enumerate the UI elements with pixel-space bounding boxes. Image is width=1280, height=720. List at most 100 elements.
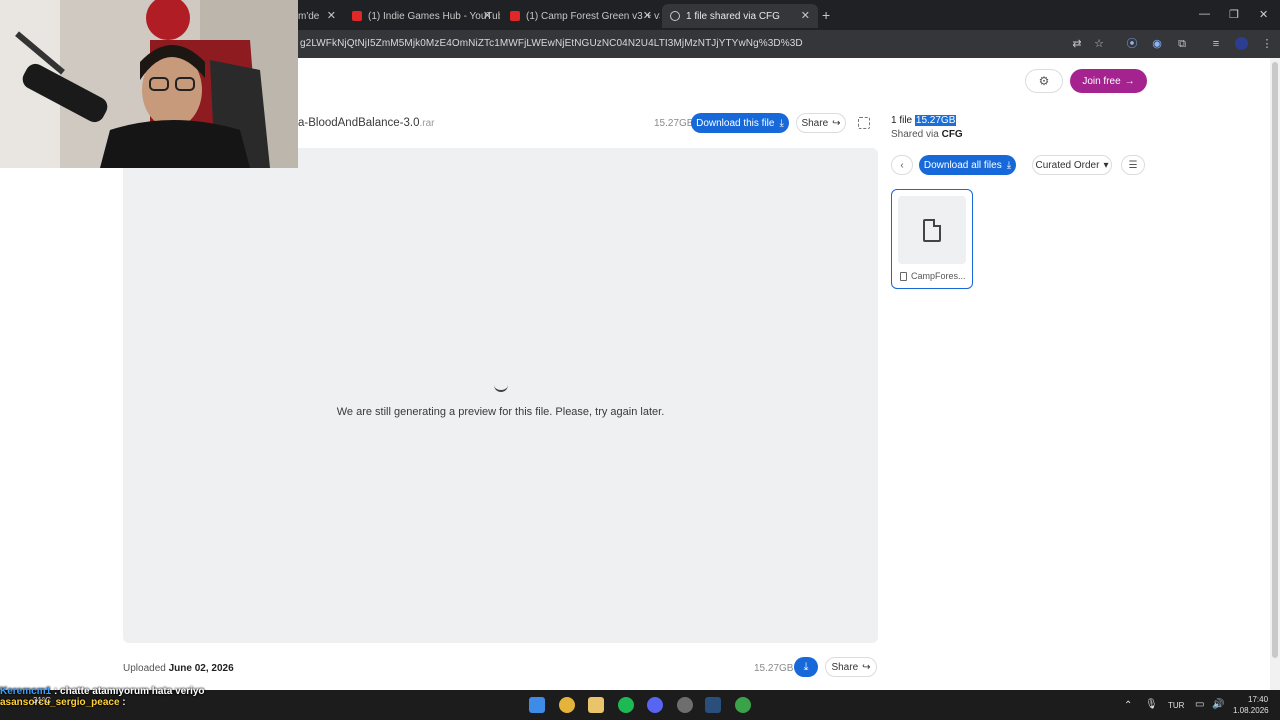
share-label: Share — [801, 117, 829, 129]
extensions-puzzle-icon[interactable]: ⧉ — [1176, 38, 1188, 50]
app-icon[interactable] — [735, 697, 751, 713]
download-all-label: Download all files — [923, 159, 1002, 171]
file-title: a-BloodAndBalance-3.0.rar — [298, 117, 434, 129]
microphone-icon[interactable]: 🎙 — [1145, 699, 1158, 710]
url-field[interactable]: g2LWFkNjQtNjI5ZmM5Mjk0MzE4OmNiZTc1MWFjLW… — [300, 38, 803, 49]
download-all-button[interactable]: Download all files ⤓ — [919, 155, 1016, 175]
shared-via-label: Shared via — [891, 129, 939, 140]
close-icon[interactable]: ✕ — [643, 9, 652, 22]
chat-message-1: : chatte atamıyorum hata veriyo — [53, 686, 205, 697]
tab-2[interactable]: (1) Indie Games Hub - YouTube ✕ — [344, 4, 500, 28]
file-count: 1 file — [891, 115, 913, 126]
shared-via-name: CFG — [941, 129, 963, 140]
file-preview-area — [123, 148, 878, 643]
restore-icon[interactable]: ❐ — [1229, 8, 1239, 21]
webcam-overlay — [0, 0, 298, 168]
uploaded-info: Uploaded June 02, 2026 — [123, 663, 234, 674]
sort-order-label: Curated Order — [1035, 159, 1100, 171]
minimize-icon[interactable]: — — [1199, 8, 1210, 20]
chevron-up-icon[interactable]: ⌃ — [1124, 700, 1132, 711]
speaker-icon[interactable]: 🔊 — [1212, 699, 1224, 710]
bottom-download-button[interactable]: ⤓ — [794, 657, 818, 677]
menu-kebab-icon[interactable]: ⋮ — [1261, 38, 1273, 50]
bookmark-star-icon[interactable]: ☆ — [1093, 38, 1105, 50]
close-icon[interactable]: ✕ — [483, 9, 492, 22]
download-file-label: Download this file — [696, 117, 775, 129]
file-card[interactable]: CampFores... — [891, 189, 973, 289]
files-summary: 1 file 15.27GB — [891, 115, 957, 126]
document-icon — [923, 218, 941, 242]
steam-icon[interactable] — [705, 697, 721, 713]
globe-icon — [670, 11, 680, 21]
file-explorer-icon[interactable] — [588, 697, 604, 713]
uploaded-date: June 02, 2026 — [168, 663, 234, 674]
close-icon[interactable]: ✕ — [327, 9, 336, 22]
file-extension: .rar — [419, 118, 435, 129]
bottom-file-size: 15.27GB — [754, 663, 794, 674]
chat-line-2: asansorcu_sergio_peace : — [0, 697, 205, 708]
tab-4-title: 1 file shared via CFG — [686, 10, 780, 22]
start-menu-icon[interactable] — [529, 697, 545, 713]
profile-avatar[interactable] — [1235, 37, 1248, 50]
list-view-button[interactable]: ☰ — [1121, 155, 1145, 175]
tab-4-active[interactable]: 1 file shared via CFG ✕ — [662, 4, 818, 28]
fullscreen-icon[interactable] — [858, 117, 870, 129]
file-size: 15.27GB — [654, 118, 694, 129]
download-icon: ⤓ — [803, 660, 809, 673]
tab-3[interactable]: (1) Camp Forest Green v3 + v3. ✕ — [502, 4, 660, 28]
shared-via-info: Shared via CFG — [891, 129, 963, 140]
webcam-feed-image — [0, 0, 298, 168]
tab-2-title: (1) Indie Games Hub - YouTube — [368, 10, 500, 22]
scrollbar-thumb[interactable] — [1272, 62, 1278, 658]
preview-message: We are still generating a preview for th… — [336, 406, 665, 418]
tab-1[interactable]: m'de ✕ — [290, 4, 344, 28]
share-button[interactable]: Share ↪ — [796, 113, 846, 133]
chrome-icon[interactable] — [559, 697, 575, 713]
extension-shield-icon[interactable]: ◉ — [1151, 38, 1163, 50]
list-icon: ☰ — [1128, 159, 1138, 171]
extension-audio-icon[interactable]: ⦿ — [1126, 38, 1138, 50]
arrow-right-icon: → — [1124, 75, 1135, 87]
translate-icon[interactable]: ⇄ — [1071, 38, 1083, 50]
download-icon: ⤓ — [1006, 159, 1012, 171]
bottom-share-label: Share — [831, 661, 859, 673]
file-thumbnail — [898, 196, 966, 264]
discord-icon[interactable] — [647, 697, 663, 713]
download-file-button[interactable]: Download this file ⤓ — [691, 113, 789, 133]
spotify-icon[interactable] — [618, 697, 634, 713]
language-indicator[interactable]: TUR — [1168, 701, 1184, 710]
clock-date[interactable]: 1.08.2026 — [1233, 706, 1269, 715]
window-close-icon[interactable]: ✕ — [1259, 8, 1268, 21]
settings-button[interactable]: ⚙ — [1025, 69, 1063, 93]
join-free-label: Join free — [1082, 75, 1121, 87]
youtube-icon — [510, 11, 520, 21]
tab-3-title: (1) Camp Forest Green v3 + v3. — [526, 10, 660, 22]
file-name: a-BloodAndBalance-3.0 — [298, 117, 420, 129]
share-arrow-icon: ↪ — [832, 117, 841, 129]
join-free-button[interactable]: Join free → — [1070, 69, 1147, 93]
media-control-icon[interactable]: ≡ — [1210, 38, 1222, 50]
chat-message-2: : — [122, 697, 126, 708]
close-icon[interactable]: ✕ — [801, 9, 810, 22]
previous-button[interactable]: ‹ — [891, 155, 913, 175]
youtube-icon — [352, 11, 362, 21]
bottom-share-button[interactable]: Share ↪ — [825, 657, 877, 677]
new-tab-icon[interactable]: + — [822, 7, 830, 23]
file-card-label: CampFores... — [911, 271, 966, 281]
chevron-left-icon: ‹ — [900, 159, 904, 171]
tab-1-title: m'de — [298, 10, 320, 22]
weather-temp[interactable]: 31°C — [33, 696, 51, 705]
total-size: 15.27GB — [914, 115, 957, 126]
sort-order-dropdown[interactable]: Curated Order ▾ — [1032, 155, 1112, 175]
gear-icon: ⚙ — [1038, 74, 1050, 88]
chat-line-1: Keremcm1 : chatte atamıyorum hata veriyo — [0, 686, 205, 697]
monitor-icon[interactable]: ▭ — [1195, 699, 1204, 710]
caret-down-icon: ▾ — [1103, 159, 1109, 171]
stream-chat-overlay: Keremcm1 : chatte atamıyorum hata veriyo… — [0, 686, 205, 708]
document-small-icon — [900, 271, 907, 281]
chat-user-2: asansorcu_sergio_peace — [0, 697, 120, 708]
share-arrow-icon: ↪ — [862, 661, 871, 673]
obs-icon[interactable] — [677, 697, 693, 713]
uploaded-label: Uploaded — [123, 663, 166, 674]
clock-time[interactable]: 17:40 — [1248, 695, 1268, 704]
